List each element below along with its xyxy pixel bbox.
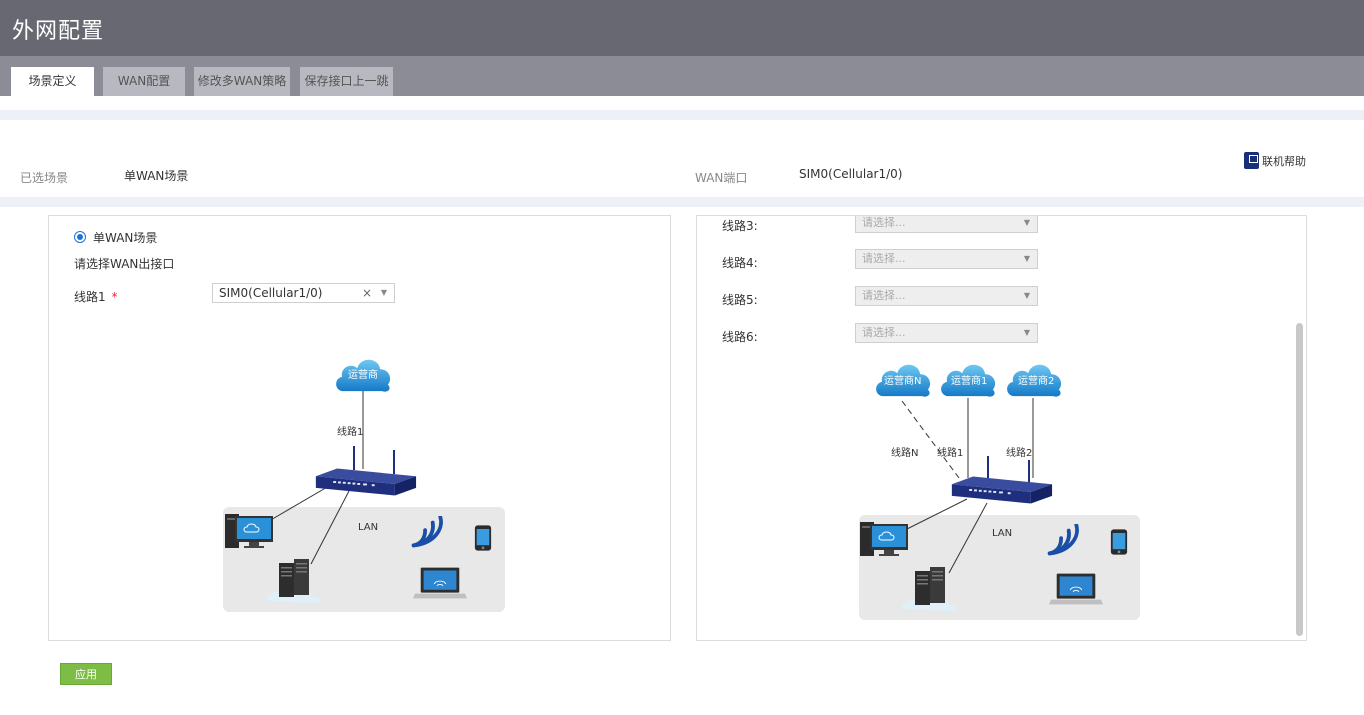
tab-save-next-hop[interactable]: 保存接口上一跳 [300, 67, 393, 96]
page-title: 外网配置 [12, 19, 105, 44]
scrollbar[interactable] [1296, 323, 1303, 636]
laptop-icon [413, 567, 467, 599]
divider [0, 197, 1364, 207]
carrier-cloud-label: 运营商 [348, 368, 378, 381]
carrier-n-label: 运营商N [884, 374, 921, 387]
line1-diagram-label: 线路1 [937, 446, 963, 459]
phone-icon [1110, 529, 1128, 555]
selected-scene-value: 单WAN场景 [124, 169, 189, 183]
multi-wan-diagram: 运营商N 运营商1 运营商2 线路N 线路1 线路2 LAN [859, 364, 1140, 620]
online-help-label: 联机帮助 [1262, 154, 1306, 168]
tab-wan-config[interactable]: WAN配置 [103, 67, 185, 96]
wan-port-label: WAN端口 [695, 171, 748, 185]
router-icon [315, 468, 417, 496]
single-wan-panel: 单WAN场景 请选择WAN出接口 线路1 * SIM0(Cellular1/0) … [48, 215, 671, 641]
apply-button[interactable]: 应用 [60, 663, 112, 685]
carrier-1-label: 运营商1 [951, 374, 987, 387]
selected-scene-label: 已选场景 [20, 171, 69, 185]
line2-diagram-label: 线路2 [1006, 446, 1032, 459]
carrier-2-label: 运营商2 [1018, 374, 1054, 387]
divider [0, 110, 1364, 120]
page-header: 外网配置 [0, 0, 1364, 56]
line1-diagram-label: 线路1 [337, 425, 363, 438]
help-book-icon [1244, 152, 1259, 169]
line-n-label: 线路N [891, 446, 918, 459]
tab-multi-wan-policy[interactable]: 修改多WAN策略 [194, 67, 290, 96]
lan-label: LAN [992, 528, 1012, 539]
wan-port-value: SIM0(Cellular1/0) [799, 167, 903, 181]
multi-wan-panel: 线路3: 请选择... ▼ 线路4: 请选择... ▼ 线路5: 请选择... … [696, 215, 1307, 641]
lan-label: LAN [358, 522, 378, 533]
phone-icon [474, 525, 492, 551]
laptop-icon [1049, 573, 1103, 605]
online-help-link[interactable]: 联机帮助 [1244, 152, 1306, 169]
tab-scene-definition[interactable]: 场景定义 [11, 67, 94, 96]
tab-bar: 场景定义 WAN配置 修改多WAN策略 保存接口上一跳 [0, 56, 1364, 96]
single-wan-diagram: 运营商 线路1 LAN [223, 359, 505, 612]
